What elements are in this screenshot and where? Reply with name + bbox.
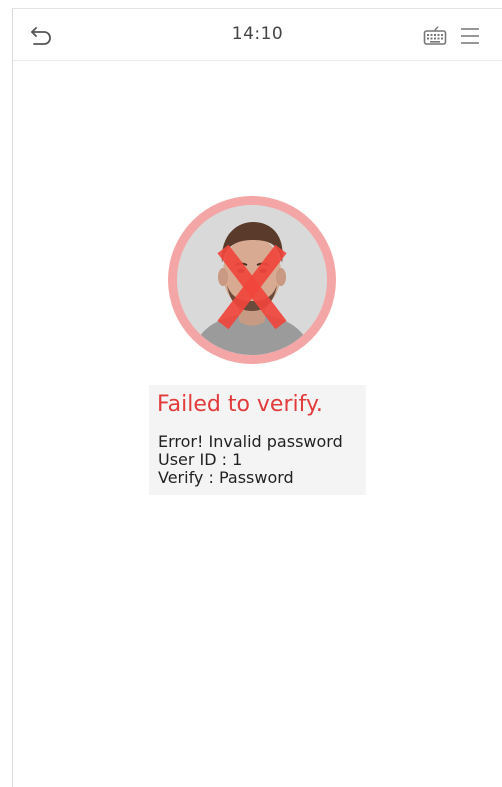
- menu-button[interactable]: [459, 25, 481, 47]
- hamburger-menu-icon: [461, 28, 479, 44]
- status-bar: 14:10: [13, 9, 502, 61]
- keyboard-button[interactable]: [423, 26, 447, 46]
- user-face-photo: [177, 205, 327, 355]
- verification-result-card: Failed to verify. Error! Invalid passwor…: [149, 385, 366, 495]
- user-id: User ID : 1: [158, 450, 243, 469]
- red-x-icon: [217, 244, 287, 330]
- avatar-frame: [168, 196, 336, 364]
- verification-title: Failed to verify.: [157, 392, 323, 417]
- verify-mode: Verify : Password: [158, 468, 294, 487]
- keyboard-icon: [423, 26, 447, 45]
- error-message: Error! Invalid password: [158, 432, 343, 451]
- verification-screen: 14:10 Failed to verify. Error! Invalid p…: [12, 8, 502, 787]
